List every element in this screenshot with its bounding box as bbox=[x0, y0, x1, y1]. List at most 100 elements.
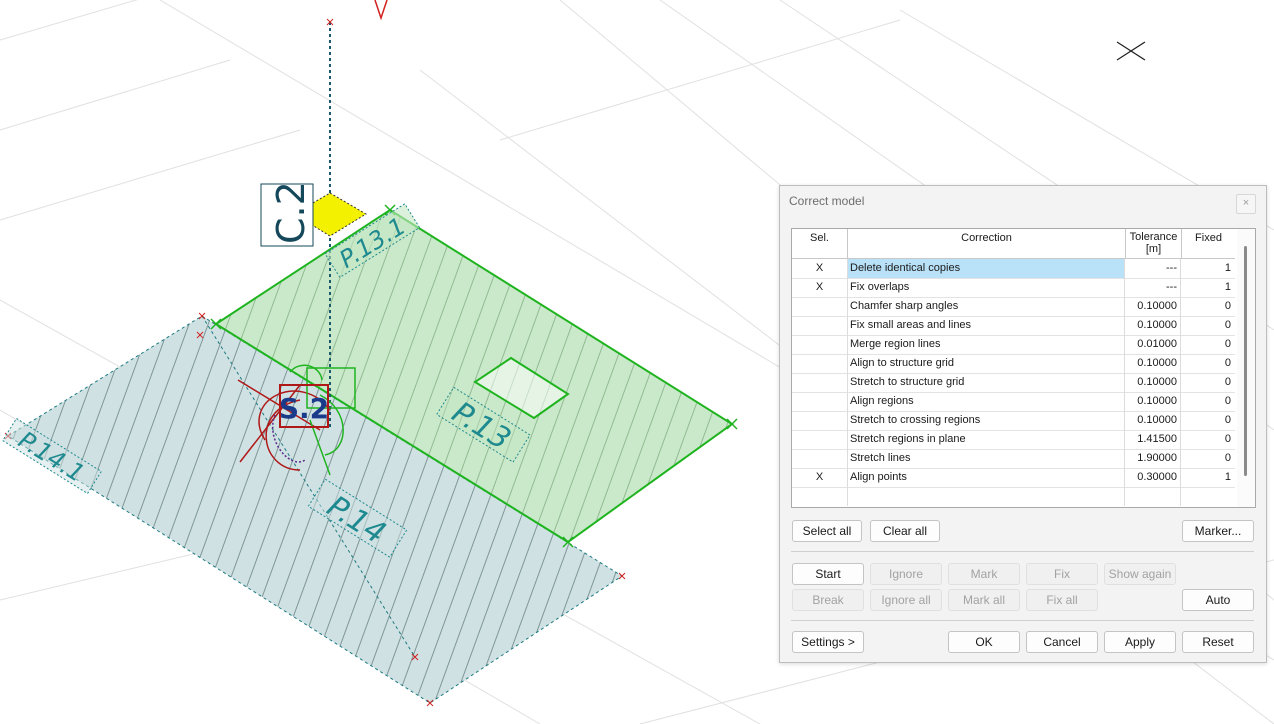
cell-fixed: 0 bbox=[1224, 338, 1231, 350]
cell-fixed: 0 bbox=[1224, 414, 1231, 426]
cell-sel[interactable]: X bbox=[792, 468, 848, 487]
table-row[interactable]: Merge region lines 0.01000 0 bbox=[792, 335, 1235, 355]
separator bbox=[791, 551, 1254, 552]
cell-sel[interactable] bbox=[792, 373, 848, 392]
cell-correction bbox=[848, 487, 1125, 506]
cell-correction[interactable]: Fix small areas and lines bbox=[848, 316, 1125, 335]
cell-correction[interactable]: Stretch regions in plane bbox=[848, 430, 1125, 449]
cell-fixed: 0 bbox=[1224, 357, 1231, 369]
load-arrow-icon bbox=[374, 0, 388, 21]
cell-correction[interactable]: Delete identical copies bbox=[848, 259, 1125, 278]
cell-tolerance[interactable]: 0.10000 bbox=[1126, 373, 1181, 392]
cell-tolerance[interactable]: 0.10000 bbox=[1126, 316, 1181, 335]
cell-tolerance[interactable]: 1.41500 bbox=[1126, 430, 1181, 449]
cell-sel[interactable] bbox=[792, 411, 848, 430]
close-icon[interactable]: × bbox=[1236, 194, 1256, 214]
cell-sel[interactable] bbox=[792, 392, 848, 411]
cell-fixed: 0 bbox=[1224, 319, 1231, 331]
cell-correction[interactable]: Align regions bbox=[848, 392, 1125, 411]
correct-model-dialog: Correct model × Sel. Correction Toleranc… bbox=[779, 185, 1267, 663]
show-again-button[interactable]: Show again bbox=[1104, 563, 1176, 585]
cell-correction[interactable]: Stretch to crossing regions bbox=[848, 411, 1125, 430]
cell-tolerance[interactable]: 0.10000 bbox=[1126, 411, 1181, 430]
table-row[interactable]: Fix small areas and lines 0.10000 0 bbox=[792, 316, 1235, 336]
cell-correction[interactable]: Align points bbox=[848, 468, 1125, 487]
cell-fixed: 0 bbox=[1224, 376, 1231, 388]
table-row[interactable]: Stretch lines 1.90000 0 bbox=[792, 449, 1235, 469]
corrections-table: Sel. Correction Tolerance [m] Fixed X De… bbox=[791, 228, 1256, 508]
reset-button[interactable]: Reset bbox=[1182, 631, 1254, 653]
cell-sel[interactable] bbox=[792, 354, 848, 373]
cell-sel bbox=[792, 487, 848, 506]
table-row[interactable]: X Fix overlaps --- 1 bbox=[792, 278, 1235, 298]
mark-button[interactable]: Mark bbox=[948, 563, 1020, 585]
table-header: Sel. Correction Tolerance [m] Fixed bbox=[792, 229, 1235, 259]
cell-tolerance bbox=[1126, 487, 1181, 506]
cell-tolerance[interactable]: 1.90000 bbox=[1126, 449, 1181, 468]
select-all-button[interactable]: Select all bbox=[792, 520, 862, 542]
cell-fixed: 0 bbox=[1224, 395, 1231, 407]
cell-tolerance[interactable]: --- bbox=[1126, 278, 1181, 297]
cell-sel[interactable] bbox=[792, 449, 848, 468]
cell-tolerance[interactable]: 0.10000 bbox=[1126, 392, 1181, 411]
cell-correction[interactable]: Fix overlaps bbox=[848, 278, 1125, 297]
cursor-cross-icon bbox=[1116, 41, 1146, 61]
cell-fixed: 1 bbox=[1224, 471, 1231, 483]
cell-sel[interactable]: X bbox=[792, 278, 848, 297]
cell-tolerance[interactable]: --- bbox=[1126, 259, 1181, 278]
cell-correction[interactable]: Chamfer sharp angles bbox=[848, 297, 1125, 316]
column-c2-label: C.2 bbox=[269, 181, 313, 244]
column-header-sel[interactable]: Sel. bbox=[792, 229, 848, 258]
cell-fixed: 0 bbox=[1224, 433, 1231, 445]
table-scrollbar[interactable] bbox=[1237, 229, 1255, 507]
column-header-tolerance[interactable]: Tolerance [m] bbox=[1126, 229, 1182, 258]
label-s2: S.2 bbox=[279, 392, 329, 425]
cell-fixed: 1 bbox=[1224, 281, 1231, 293]
table-row[interactable]: X Delete identical copies --- 1 bbox=[792, 259, 1235, 279]
clear-all-button[interactable]: Clear all bbox=[870, 520, 940, 542]
apply-button[interactable]: Apply bbox=[1104, 631, 1176, 653]
mark-all-button[interactable]: Mark all bbox=[948, 589, 1020, 611]
table-row[interactable]: Chamfer sharp angles 0.10000 0 bbox=[792, 297, 1235, 317]
table-row-empty bbox=[792, 487, 1235, 506]
cell-sel[interactable] bbox=[792, 316, 848, 335]
cell-sel[interactable]: X bbox=[792, 259, 848, 278]
dialog-title: Correct model bbox=[789, 194, 865, 208]
cell-fixed bbox=[1182, 487, 1235, 506]
ok-button[interactable]: OK bbox=[948, 631, 1020, 653]
fix-all-button[interactable]: Fix all bbox=[1026, 589, 1098, 611]
fix-button[interactable]: Fix bbox=[1026, 563, 1098, 585]
break-button[interactable]: Break bbox=[792, 589, 864, 611]
table-row[interactable]: Stretch regions in plane 1.41500 0 bbox=[792, 430, 1235, 450]
cell-fixed: 1 bbox=[1224, 262, 1231, 274]
table-row[interactable]: Stretch to structure grid 0.10000 0 bbox=[792, 373, 1235, 393]
cell-correction[interactable]: Align to structure grid bbox=[848, 354, 1125, 373]
table-row[interactable]: X Align points 0.30000 1 bbox=[792, 468, 1235, 488]
table-row[interactable]: Align regions 0.10000 0 bbox=[792, 392, 1235, 412]
column-header-fixed[interactable]: Fixed bbox=[1182, 229, 1235, 258]
cell-sel[interactable] bbox=[792, 335, 848, 354]
cell-sel[interactable] bbox=[792, 430, 848, 449]
cell-correction[interactable]: Merge region lines bbox=[848, 335, 1125, 354]
cell-tolerance[interactable]: 0.10000 bbox=[1126, 297, 1181, 316]
cell-tolerance[interactable]: 0.30000 bbox=[1126, 468, 1181, 487]
settings-button[interactable]: Settings > bbox=[792, 631, 864, 653]
cancel-button[interactable]: Cancel bbox=[1026, 631, 1098, 653]
cell-sel[interactable] bbox=[792, 297, 848, 316]
cell-correction[interactable]: Stretch lines bbox=[848, 449, 1125, 468]
cell-tolerance[interactable]: 0.10000 bbox=[1126, 354, 1181, 373]
table-row[interactable]: Stretch to crossing regions 0.10000 0 bbox=[792, 411, 1235, 431]
column-header-correction[interactable]: Correction bbox=[848, 229, 1126, 258]
table-row[interactable]: Align to structure grid 0.10000 0 bbox=[792, 354, 1235, 374]
ignore-all-button[interactable]: Ignore all bbox=[870, 589, 942, 611]
start-button[interactable]: Start bbox=[792, 563, 864, 585]
cell-fixed: 0 bbox=[1224, 452, 1231, 464]
cell-correction[interactable]: Stretch to structure grid bbox=[848, 373, 1125, 392]
cell-fixed: 0 bbox=[1224, 300, 1231, 312]
ignore-button[interactable]: Ignore bbox=[870, 563, 942, 585]
cell-tolerance[interactable]: 0.01000 bbox=[1126, 335, 1181, 354]
marker-button[interactable]: Marker... bbox=[1182, 520, 1254, 542]
auto-button[interactable]: Auto bbox=[1182, 589, 1254, 611]
scrollbar-thumb[interactable] bbox=[1244, 246, 1247, 476]
separator bbox=[791, 620, 1254, 621]
